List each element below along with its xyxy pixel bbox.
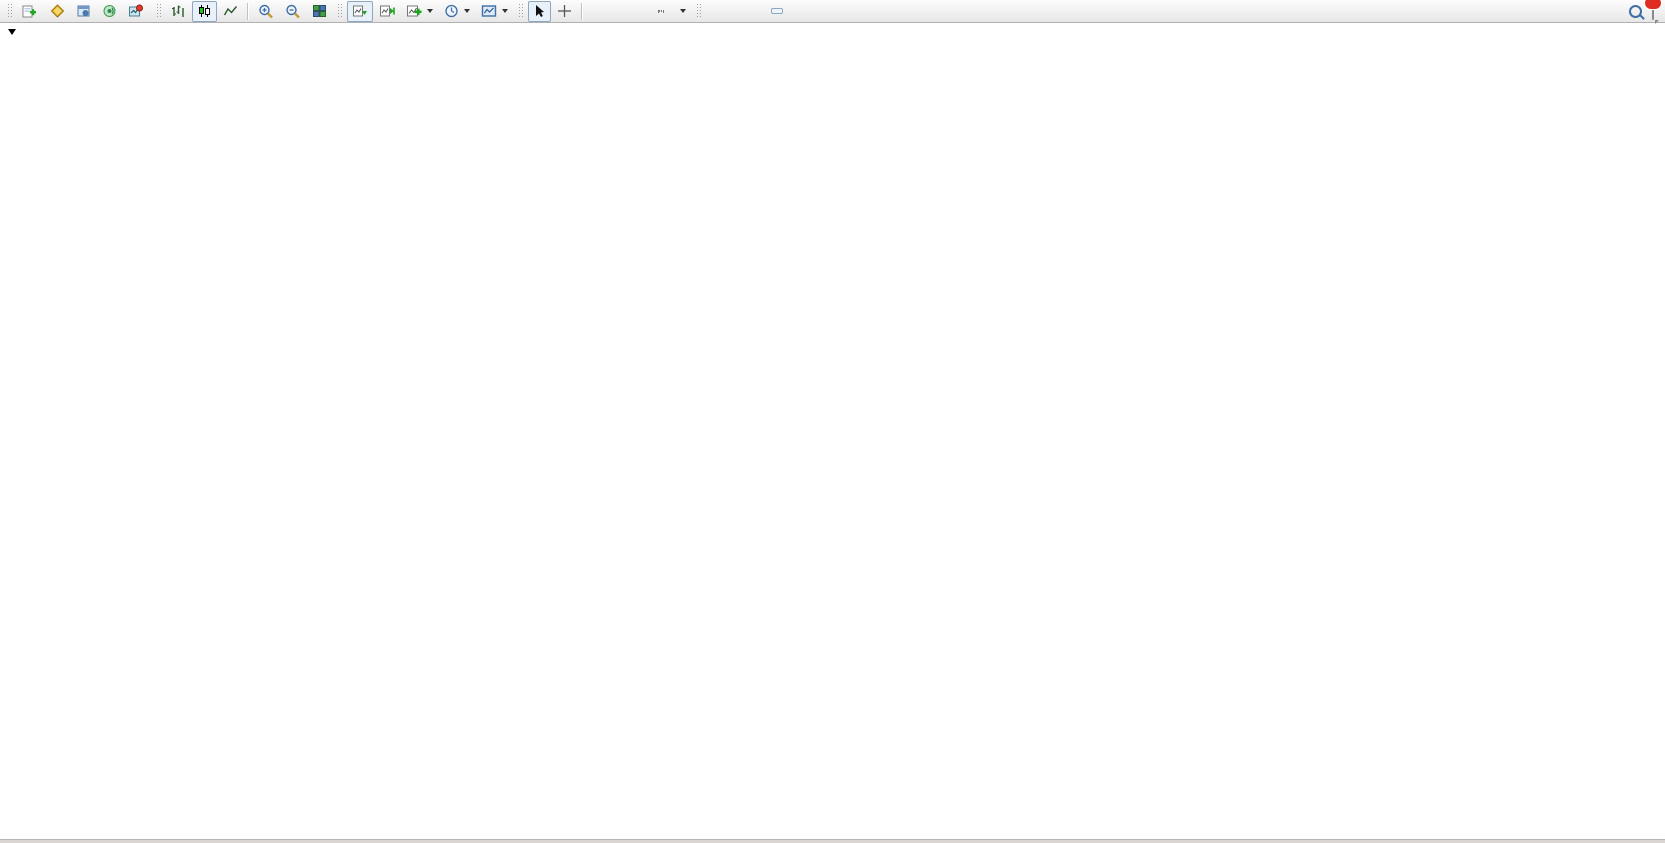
- auto-trading-button[interactable]: [123, 1, 151, 22]
- timeframe-m15[interactable]: [732, 8, 744, 14]
- one-click-trading-toggle-icon[interactable]: [8, 29, 16, 35]
- timeframe-m30[interactable]: [745, 8, 757, 14]
- dropdown-caret-icon: [464, 9, 470, 13]
- new-chart-button[interactable]: [401, 1, 438, 22]
- alerts-button[interactable]: [97, 1, 122, 22]
- zoom-in-icon: [258, 4, 274, 19]
- timeframe-h1[interactable]: [758, 8, 770, 14]
- text-label-icon: [658, 10, 664, 12]
- clock-icon: [444, 4, 459, 18]
- toolbar-grip[interactable]: [337, 3, 342, 19]
- channel-tool-button[interactable]: [620, 1, 630, 22]
- timeframe-w1[interactable]: [797, 8, 809, 14]
- market-watch-icon: [50, 4, 65, 18]
- text-label-tool-button[interactable]: [653, 1, 669, 22]
- trendline-tool-button[interactable]: [609, 1, 619, 22]
- cursor-icon: [533, 4, 546, 18]
- crosshair-tool-button[interactable]: [552, 1, 577, 22]
- periods-button[interactable]: [439, 1, 475, 22]
- sound-signal-icon: [102, 4, 117, 18]
- crosshair-icon: [557, 4, 572, 18]
- zoom-out-button[interactable]: [280, 1, 306, 22]
- text-tool-button[interactable]: [642, 1, 652, 22]
- zoom-in-button[interactable]: [253, 1, 279, 22]
- toolbar-grip[interactable]: [518, 3, 523, 19]
- new-order-button[interactable]: [17, 1, 44, 22]
- templates-button[interactable]: [476, 1, 513, 22]
- data-window-icon: [76, 4, 91, 18]
- top-toolbar: [0, 0, 1665, 23]
- market-watch-button[interactable]: [45, 1, 70, 22]
- tile-windows-icon: [312, 4, 327, 18]
- tile-windows-button[interactable]: [307, 1, 332, 22]
- template-icon: [481, 4, 497, 18]
- search-icon[interactable]: [1629, 5, 1642, 18]
- new-order-icon: [22, 4, 36, 18]
- timeframe-d1[interactable]: [784, 8, 796, 14]
- line-chart-mode-button[interactable]: [218, 1, 243, 22]
- zoom-out-icon: [285, 4, 301, 19]
- toolbar-grip[interactable]: [7, 3, 12, 19]
- price-chart-canvas[interactable]: [0, 23, 1665, 843]
- chart-window[interactable]: [0, 23, 1665, 843]
- horizontal-line-tool-button[interactable]: [598, 1, 608, 22]
- fibonacci-tool-button[interactable]: [631, 1, 641, 22]
- auto-scroll-icon: [352, 4, 368, 18]
- mt4-terminal: { "toolbar": { "new_order": "新订单", "auto…: [0, 0, 1665, 843]
- window-bottom-edge: [0, 839, 1665, 843]
- notifications-button[interactable]: [1652, 2, 1654, 20]
- toolbar-grip[interactable]: [156, 3, 161, 19]
- timeframe-mn[interactable]: [810, 8, 822, 14]
- new-chart-icon: [406, 4, 422, 18]
- chart-shift-button[interactable]: [374, 1, 400, 22]
- bar-chart-icon: [171, 4, 186, 18]
- cursor-tool-button[interactable]: [528, 1, 551, 22]
- timeframe-h4[interactable]: [771, 8, 783, 14]
- toolbar-grip[interactable]: [696, 3, 701, 19]
- line-chart-icon: [223, 4, 238, 18]
- dropdown-caret-icon: [427, 9, 433, 13]
- dropdown-caret-icon: [680, 9, 686, 13]
- timeframe-m1[interactable]: [706, 8, 718, 14]
- data-window-button[interactable]: [71, 1, 96, 22]
- candlestick-icon: [197, 4, 212, 18]
- arrows-tool-button[interactable]: [670, 1, 691, 22]
- chart-shift-icon: [379, 4, 395, 18]
- toolbar-separator: [247, 3, 249, 20]
- notification-badge: [1644, 0, 1662, 10]
- auto-scroll-button[interactable]: [347, 1, 373, 22]
- toolbar-separator: [581, 3, 583, 20]
- timeframe-m5[interactable]: [719, 8, 731, 14]
- auto-trading-icon: [128, 4, 143, 18]
- dropdown-caret-icon: [502, 9, 508, 13]
- chart-title: [8, 29, 42, 35]
- candlestick-mode-button[interactable]: [192, 1, 217, 22]
- vertical-line-tool-button[interactable]: [587, 1, 597, 22]
- bar-chart-mode-button[interactable]: [166, 1, 191, 22]
